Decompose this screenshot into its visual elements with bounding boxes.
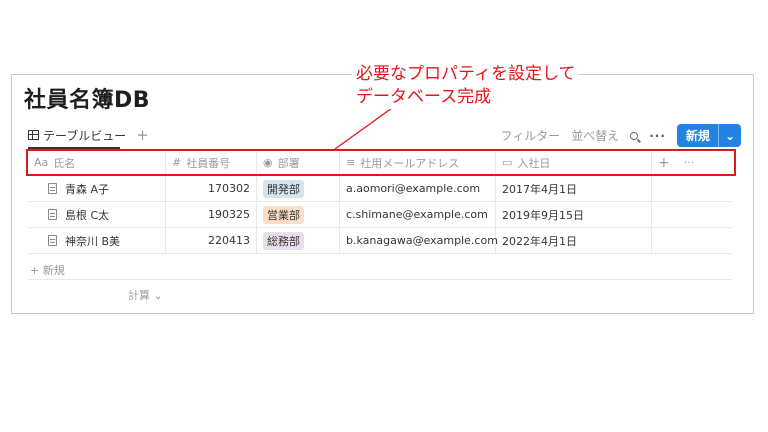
- joined-cell[interactable]: 2019年9月15日: [496, 202, 652, 227]
- add-row-button[interactable]: + 新規: [30, 262, 65, 278]
- dept-cell[interactable]: 営業部: [257, 202, 340, 227]
- tab-table-view[interactable]: テーブルビュー: [28, 127, 126, 144]
- dept-tag: 営業部: [263, 205, 304, 224]
- annotation-highlight-box: [26, 149, 736, 176]
- annotation-callout: 必要なプロパティを設定して データベース完成: [352, 63, 580, 109]
- sort-button[interactable]: 並べ替え: [571, 127, 619, 144]
- name-cell[interactable]: 神奈川 B美: [28, 228, 166, 253]
- email-cell[interactable]: b.kanagawa@example.com: [340, 228, 498, 253]
- chevron-down-icon[interactable]: ⌄: [717, 124, 741, 147]
- page-title: 社員名簿DB: [24, 88, 151, 113]
- add-view-button[interactable]: +: [136, 126, 149, 144]
- toolbar: フィルター 並べ替え ··· 新規 ⌄: [500, 124, 741, 147]
- empty-cell: [652, 202, 732, 227]
- table-row[interactable]: 青森 A子 170302 開発部 a.aomori@example.com 20…: [28, 176, 732, 202]
- dept-tag: 総務部: [263, 231, 304, 250]
- new-button[interactable]: 新規 ⌄: [676, 124, 741, 147]
- name-cell[interactable]: 島根 C太: [28, 202, 166, 227]
- joined-cell[interactable]: 2017年4月1日: [496, 176, 652, 201]
- table-icon: [28, 130, 39, 140]
- search-icon[interactable]: [630, 131, 639, 140]
- table-row[interactable]: 島根 C太 190325 営業部 c.shimane@example.com 2…: [28, 202, 732, 228]
- annotation-line-2: データベース完成: [356, 87, 492, 107]
- number-cell[interactable]: 170302: [166, 176, 257, 201]
- view-bar: テーブルビュー +: [28, 125, 149, 145]
- joined-cell[interactable]: 2022年4月1日: [496, 228, 652, 253]
- calculate-button[interactable]: 計算 ⌄: [128, 287, 163, 303]
- table-row[interactable]: 神奈川 B美 220413 総務部 b.kanagawa@example.com…: [28, 228, 732, 254]
- email-cell[interactable]: c.shimane@example.com: [340, 202, 496, 227]
- dept-tag: 開発部: [263, 179, 304, 198]
- name-value: 青森 A子: [65, 182, 110, 196]
- page-icon: [48, 209, 57, 220]
- number-cell[interactable]: 220413: [166, 228, 257, 253]
- empty-cell: [652, 176, 732, 201]
- number-cell[interactable]: 190325: [166, 202, 257, 227]
- email-cell[interactable]: a.aomori@example.com: [340, 176, 496, 201]
- page-icon: [48, 235, 57, 246]
- name-value: 神奈川 B美: [65, 234, 121, 248]
- dept-cell[interactable]: 総務部: [257, 228, 340, 253]
- new-button-label: 新規: [685, 129, 710, 143]
- divider: [28, 279, 732, 280]
- page-icon: [48, 183, 57, 194]
- more-options-button[interactable]: ···: [649, 129, 666, 143]
- filter-button[interactable]: フィルター: [500, 127, 560, 144]
- name-value: 島根 C太: [65, 208, 110, 222]
- tab-label: テーブルビュー: [43, 128, 127, 143]
- dept-cell[interactable]: 開発部: [257, 176, 340, 201]
- name-cell[interactable]: 青森 A子: [28, 176, 166, 201]
- annotation-line-1: 必要なプロパティを設定して: [356, 64, 576, 84]
- empty-cell: [652, 228, 732, 253]
